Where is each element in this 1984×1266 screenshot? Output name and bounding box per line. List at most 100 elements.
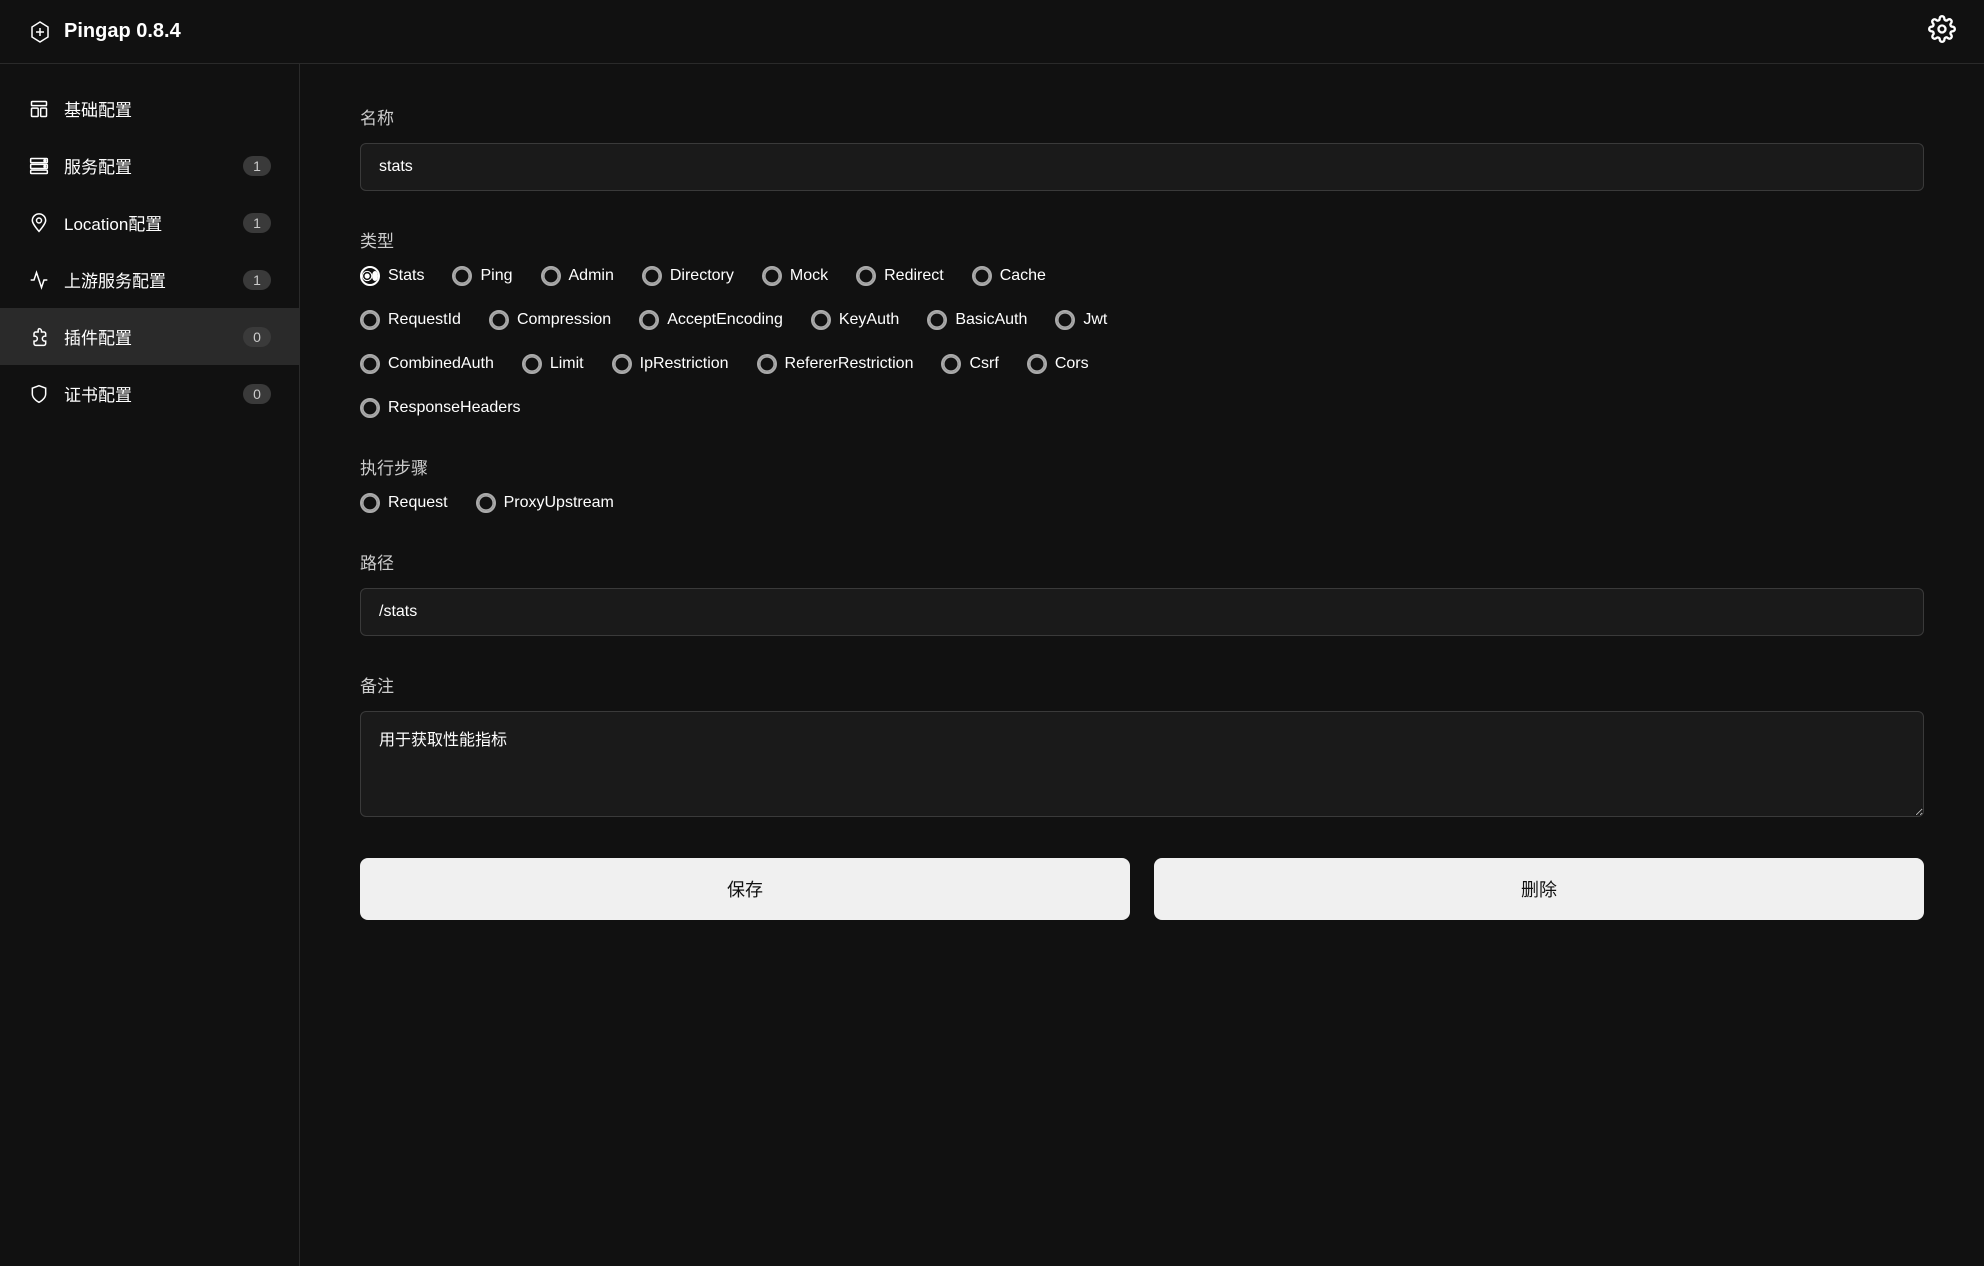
radio-cors-circle <box>1027 354 1047 374</box>
radio-stats-label: Stats <box>388 267 424 285</box>
form-name-section: 名称 <box>360 104 1924 191</box>
name-label: 名称 <box>360 104 1924 129</box>
radio-directory-label: Directory <box>670 267 734 285</box>
radio-jwt-label: Jwt <box>1083 311 1107 329</box>
radio-limit[interactable]: Limit <box>522 354 584 374</box>
sidebar-item-upstream-badge: 1 <box>243 270 271 290</box>
sidebar-item-plugin-left: 插件配置 <box>28 324 132 349</box>
radio-cache-circle <box>972 266 992 286</box>
radio-compression[interactable]: Compression <box>489 310 611 330</box>
radio-keyauth[interactable]: KeyAuth <box>811 310 899 330</box>
settings-button[interactable] <box>1928 15 1956 48</box>
radio-combinedauth[interactable]: CombinedAuth <box>360 354 494 374</box>
delete-button[interactable]: 删除 <box>1154 858 1924 920</box>
radio-admin[interactable]: Admin <box>541 266 614 286</box>
layout-icon <box>28 98 50 120</box>
radio-ping-label: Ping <box>480 267 512 285</box>
location-icon <box>28 212 50 234</box>
radio-combinedauth-label: CombinedAuth <box>388 355 494 373</box>
radio-iprestriction-icon <box>614 355 630 373</box>
radio-proxyupstream[interactable]: ProxyUpstream <box>476 493 614 513</box>
radio-basicauth-label: BasicAuth <box>955 311 1027 329</box>
sidebar-item-service[interactable]: 服务配置 1 <box>0 137 299 194</box>
radio-keyauth-circle <box>811 310 831 330</box>
path-label: 路径 <box>360 549 1924 574</box>
content-area: 名称 类型 Stats <box>300 64 1984 1266</box>
radio-acceptencoding-label: AcceptEncoding <box>667 311 783 329</box>
save-button[interactable]: 保存 <box>360 858 1130 920</box>
radio-basicauth[interactable]: BasicAuth <box>927 310 1027 330</box>
sidebar-item-location-label: Location配置 <box>64 210 162 235</box>
radio-proxyupstream-label: ProxyUpstream <box>504 494 614 512</box>
sidebar-item-plugin-badge: 0 <box>243 327 271 347</box>
radio-iprestriction[interactable]: IpRestriction <box>612 354 729 374</box>
upstream-icon <box>28 269 50 291</box>
radio-csrf-icon <box>943 355 959 373</box>
radio-iprestriction-circle <box>612 354 632 374</box>
radio-jwt-icon <box>1057 311 1073 329</box>
sidebar-item-location[interactable]: Location配置 1 <box>0 194 299 251</box>
radio-limit-label: Limit <box>550 355 584 373</box>
gear-icon <box>1928 15 1956 43</box>
radio-ping[interactable]: Ping <box>452 266 512 286</box>
radio-basicauth-circle <box>927 310 947 330</box>
remark-textarea[interactable]: 用于获取性能指标 <box>360 711 1924 817</box>
radio-acceptencoding[interactable]: AcceptEncoding <box>639 310 783 330</box>
button-row: 保存 删除 <box>360 858 1924 920</box>
radio-acceptencoding-circle <box>639 310 659 330</box>
radio-responseheaders-circle <box>360 398 380 418</box>
header: Pingap 0.8.4 <box>0 0 1984 64</box>
form-path-section: 路径 <box>360 549 1924 636</box>
radio-cors-label: Cors <box>1055 355 1089 373</box>
sidebar-item-basic[interactable]: 基础配置 <box>0 80 299 137</box>
radio-compression-label: Compression <box>517 311 611 329</box>
radio-mock[interactable]: Mock <box>762 266 828 286</box>
radio-referrerrestriction-icon <box>759 355 775 373</box>
radio-stats-circle <box>360 266 380 286</box>
type-radio-group: Stats Ping Admin <box>360 266 1924 418</box>
radio-acceptencoding-icon <box>641 311 657 329</box>
sidebar-item-plugin-label: 插件配置 <box>64 324 132 349</box>
radio-requestid[interactable]: RequestId <box>360 310 461 330</box>
radio-ping-circle <box>452 266 472 286</box>
sidebar-item-location-left: Location配置 <box>28 210 162 235</box>
sidebar-item-cert[interactable]: 证书配置 0 <box>0 365 299 422</box>
radio-ping-icon <box>454 267 470 285</box>
radio-limit-circle <box>522 354 542 374</box>
radio-request[interactable]: Request <box>360 493 448 513</box>
sidebar-item-plugin[interactable]: 插件配置 0 <box>0 308 299 365</box>
radio-request-circle <box>360 493 380 513</box>
radio-csrf[interactable]: Csrf <box>941 354 998 374</box>
type-label: 类型 <box>360 227 1924 252</box>
sidebar-item-upstream[interactable]: 上游服务配置 1 <box>0 251 299 308</box>
radio-responseheaders-label: ResponseHeaders <box>388 399 521 417</box>
radio-keyauth-icon <box>813 311 829 329</box>
cert-icon <box>28 383 50 405</box>
radio-redirect-circle <box>856 266 876 286</box>
radio-stats[interactable]: Stats <box>360 266 424 286</box>
server-icon <box>28 155 50 177</box>
form-step-section: 执行步骤 Request ProxyUp <box>360 454 1924 513</box>
sidebar-item-location-badge: 1 <box>243 213 271 233</box>
radio-keyauth-label: KeyAuth <box>839 311 899 329</box>
radio-iprestriction-label: IpRestriction <box>640 355 729 373</box>
radio-mock-icon <box>764 267 780 285</box>
sidebar: 基础配置 服务配置 1 Location配置 1 <box>0 64 300 1266</box>
radio-cache[interactable]: Cache <box>972 266 1046 286</box>
header-left: Pingap 0.8.4 <box>28 20 181 44</box>
path-input[interactable] <box>360 588 1924 636</box>
radio-basicauth-icon <box>929 311 945 329</box>
radio-cors[interactable]: Cors <box>1027 354 1089 374</box>
radio-stats-check-icon <box>362 267 372 285</box>
app-logo <box>28 20 52 44</box>
radio-jwt[interactable]: Jwt <box>1055 310 1107 330</box>
radio-directory-circle <box>642 266 662 286</box>
radio-referrerrestriction[interactable]: RefererRestriction <box>757 354 914 374</box>
radio-redirect[interactable]: Redirect <box>856 266 944 286</box>
radio-requestid-circle <box>360 310 380 330</box>
plugin-icon <box>28 326 50 348</box>
name-input[interactable] <box>360 143 1924 191</box>
radio-admin-label: Admin <box>569 267 614 285</box>
radio-directory[interactable]: Directory <box>642 266 734 286</box>
radio-responseheaders[interactable]: ResponseHeaders <box>360 398 521 418</box>
